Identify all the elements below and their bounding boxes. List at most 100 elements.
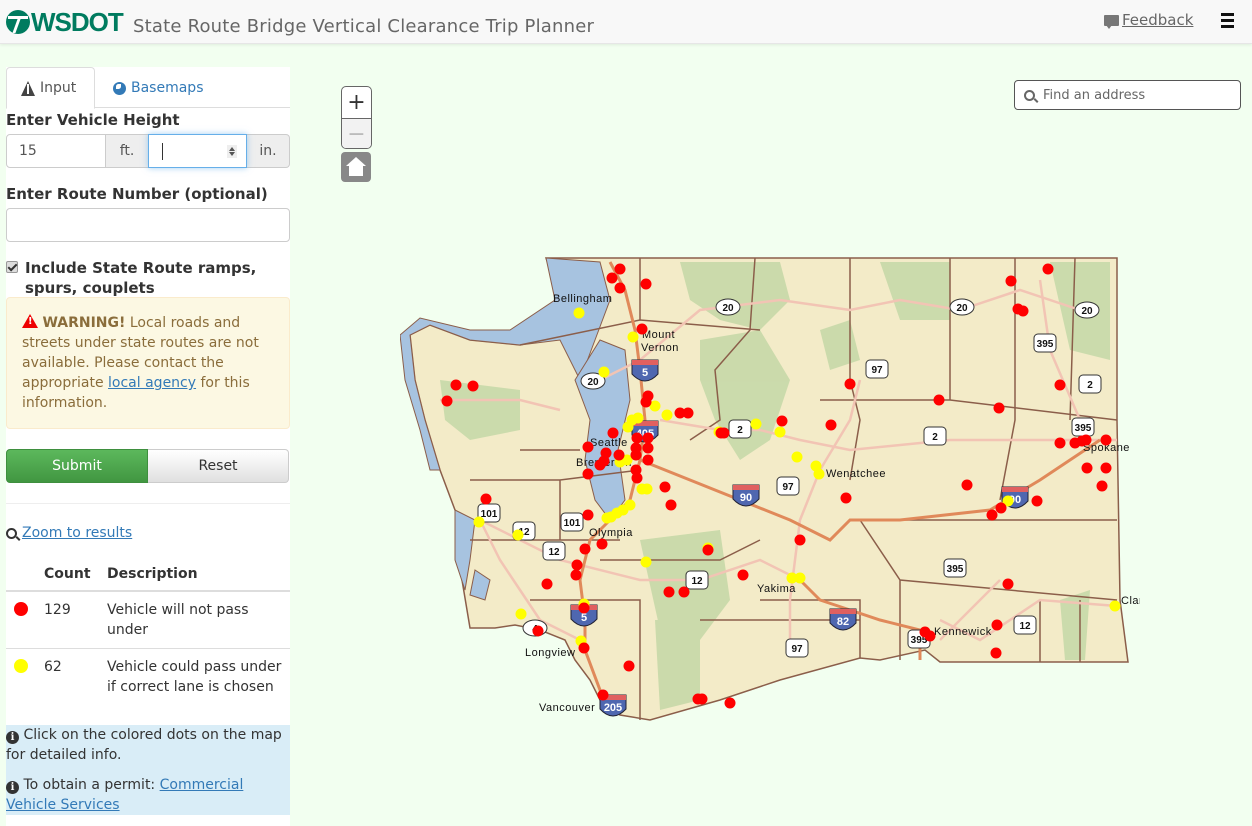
- search-icon[interactable]: [1024, 89, 1035, 101]
- submit-button[interactable]: Submit: [6, 449, 148, 483]
- red-clearance-dot[interactable]: [623, 660, 635, 672]
- red-clearance-dot[interactable]: [1005, 275, 1017, 287]
- red-clearance-dot[interactable]: [663, 586, 675, 598]
- red-clearance-dot[interactable]: [570, 569, 582, 581]
- yellow-clearance-dot[interactable]: [750, 418, 762, 430]
- red-clearance-dot[interactable]: [1080, 434, 1092, 446]
- red-clearance-dot[interactable]: [737, 569, 749, 581]
- yellow-clearance-dot[interactable]: [636, 483, 648, 495]
- red-clearance-dot[interactable]: [640, 278, 652, 290]
- feedback-link[interactable]: Feedback: [1104, 11, 1193, 29]
- red-clearance-dot[interactable]: [594, 459, 606, 471]
- yellow-clearance-dot[interactable]: [791, 451, 803, 463]
- yellow-clearance-dot[interactable]: [640, 556, 652, 568]
- yellow-clearance-dot[interactable]: [627, 331, 639, 343]
- red-clearance-dot[interactable]: [794, 534, 806, 546]
- include-ramps-checkbox[interactable]: [6, 261, 18, 273]
- red-clearance-dot[interactable]: [631, 472, 643, 484]
- home-extent-button[interactable]: [341, 152, 371, 182]
- tab-basemaps[interactable]: Basemaps: [99, 67, 218, 109]
- red-clearance-dot[interactable]: [571, 559, 583, 571]
- red-clearance-dot[interactable]: [924, 630, 936, 642]
- red-clearance-dot[interactable]: [607, 427, 619, 439]
- red-clearance-dot[interactable]: [636, 323, 648, 335]
- red-clearance-dot[interactable]: [665, 499, 677, 511]
- yellow-clearance-dot[interactable]: [512, 529, 524, 541]
- wsdot-logo[interactable]: WSDOT: [6, 9, 124, 35]
- red-clearance-dot[interactable]: [642, 454, 654, 466]
- red-clearance-dot[interactable]: [541, 578, 553, 590]
- red-clearance-dot[interactable]: [467, 380, 479, 392]
- yellow-clearance-dot[interactable]: [598, 366, 610, 378]
- red-clearance-dot[interactable]: [582, 509, 594, 521]
- menu-button[interactable]: [1221, 13, 1234, 29]
- red-clearance-dot[interactable]: [724, 697, 736, 709]
- red-clearance-dot[interactable]: [578, 642, 590, 654]
- zoom-out-button[interactable]: −: [342, 118, 371, 148]
- red-clearance-dot[interactable]: [532, 625, 544, 637]
- yellow-clearance-dot[interactable]: [601, 512, 613, 524]
- red-clearance-dot[interactable]: [1081, 462, 1093, 474]
- yellow-clearance-dot[interactable]: [632, 412, 644, 424]
- red-clearance-dot[interactable]: [1100, 434, 1112, 446]
- height-feet-input[interactable]: [6, 134, 106, 168]
- red-clearance-dot[interactable]: [579, 543, 591, 555]
- red-clearance-dot[interactable]: [613, 449, 625, 461]
- yellow-clearance-dot[interactable]: [774, 426, 786, 438]
- zoom-to-results[interactable]: Zoom to results: [6, 525, 132, 541]
- local-agency-link[interactable]: local agency: [108, 375, 196, 391]
- red-clearance-dot[interactable]: [630, 449, 642, 461]
- red-clearance-dot[interactable]: [596, 538, 608, 550]
- red-clearance-dot[interactable]: [614, 282, 626, 294]
- red-clearance-dot[interactable]: [450, 379, 462, 391]
- yellow-clearance-dot[interactable]: [813, 468, 825, 480]
- red-clearance-dot[interactable]: [986, 509, 998, 521]
- red-clearance-dot[interactable]: [441, 395, 453, 407]
- red-clearance-dot[interactable]: [682, 407, 694, 419]
- red-clearance-dot[interactable]: [640, 396, 652, 408]
- red-clearance-dot[interactable]: [933, 394, 945, 406]
- yellow-clearance-dot[interactable]: [622, 421, 634, 433]
- red-clearance-dot[interactable]: [1042, 263, 1054, 275]
- red-clearance-dot[interactable]: [696, 693, 708, 705]
- include-ramps-label[interactable]: Include State Route ramps, spurs, couple…: [25, 258, 265, 298]
- washington-map[interactable]: Bellingham Mount Vernon Seattle Bremerto…: [400, 250, 1140, 730]
- yellow-clearance-dot[interactable]: [794, 572, 806, 584]
- zoom-to-results-link[interactable]: Zoom to results: [22, 525, 132, 541]
- red-clearance-dot[interactable]: [840, 492, 852, 504]
- red-clearance-dot[interactable]: [961, 479, 973, 491]
- red-clearance-dot[interactable]: [1017, 305, 1029, 317]
- red-clearance-dot[interactable]: [659, 481, 671, 493]
- zoom-in-button[interactable]: +: [342, 87, 371, 118]
- red-clearance-dot[interactable]: [582, 441, 594, 453]
- red-clearance-dot[interactable]: [990, 647, 1002, 659]
- red-clearance-dot[interactable]: [606, 272, 618, 284]
- yellow-clearance-dot[interactable]: [661, 409, 673, 421]
- red-clearance-dot[interactable]: [844, 378, 856, 390]
- red-clearance-dot[interactable]: [1096, 480, 1108, 492]
- red-clearance-dot[interactable]: [1054, 379, 1066, 391]
- red-clearance-dot[interactable]: [480, 493, 492, 505]
- address-search-input[interactable]: [1043, 87, 1223, 103]
- height-inches-input[interactable]: [148, 134, 247, 168]
- red-clearance-dot[interactable]: [578, 602, 590, 614]
- reset-button[interactable]: Reset: [148, 449, 289, 483]
- red-clearance-dot[interactable]: [1002, 578, 1014, 590]
- yellow-clearance-dot[interactable]: [515, 608, 527, 620]
- tab-input[interactable]: Input: [6, 67, 95, 109]
- yellow-clearance-dot[interactable]: [473, 516, 485, 528]
- red-clearance-dot[interactable]: [993, 402, 1005, 414]
- red-clearance-dot[interactable]: [1031, 495, 1043, 507]
- red-clearance-dot[interactable]: [825, 419, 837, 431]
- red-clearance-dot[interactable]: [991, 619, 1003, 631]
- red-clearance-dot[interactable]: [582, 468, 594, 480]
- red-clearance-dot[interactable]: [631, 432, 643, 444]
- red-clearance-dot[interactable]: [1100, 462, 1112, 474]
- red-clearance-dot[interactable]: [776, 415, 788, 427]
- red-clearance-dot[interactable]: [715, 427, 727, 439]
- red-clearance-dot[interactable]: [597, 689, 609, 701]
- red-clearance-dot[interactable]: [642, 432, 654, 444]
- yellow-clearance-dot[interactable]: [573, 307, 585, 319]
- yellow-clearance-dot[interactable]: [1109, 600, 1121, 612]
- red-clearance-dot[interactable]: [702, 544, 714, 556]
